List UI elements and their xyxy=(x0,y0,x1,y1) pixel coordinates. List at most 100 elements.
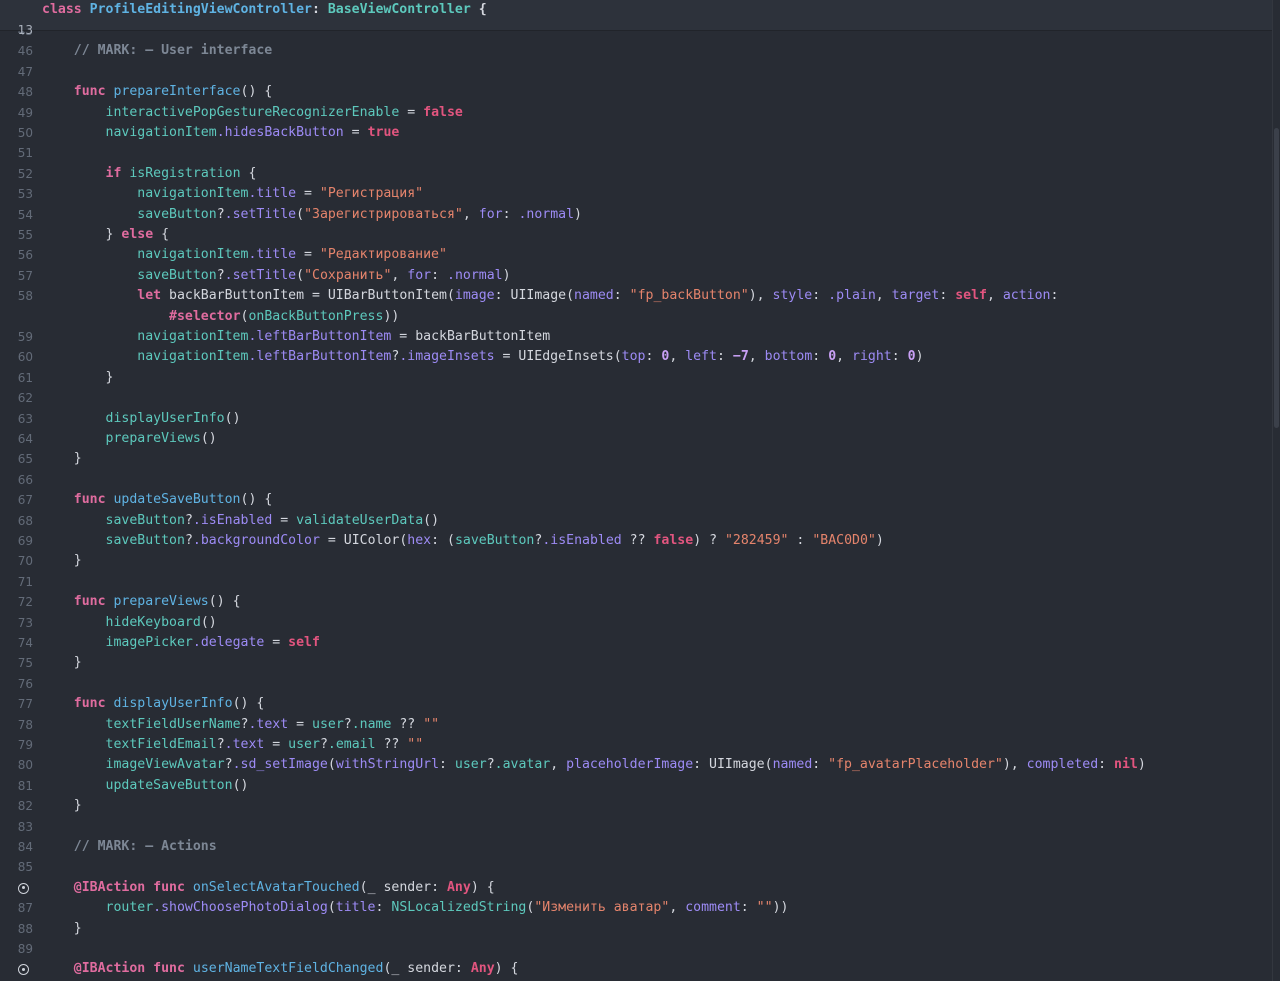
code-line[interactable]: 47 xyxy=(0,62,1272,82)
code-token: ?? xyxy=(391,716,424,732)
code-token: : xyxy=(693,757,710,773)
code-line[interactable]: 51 xyxy=(0,143,1272,163)
code-line[interactable]: 81 updateSaveButton() xyxy=(0,776,1272,796)
code-token: : xyxy=(439,757,455,773)
code-line[interactable]: 56 navigationItem.title = "Редактировани… xyxy=(0,245,1272,265)
code-line[interactable]: 49 interactivePopGestureRecognizerEnable… xyxy=(0,103,1272,123)
code-line[interactable]: 73 hideKeyboard() xyxy=(0,613,1272,633)
line-number: 79 xyxy=(17,738,33,752)
code-token: 0 xyxy=(828,349,837,365)
code-line[interactable]: 61 } xyxy=(0,368,1272,388)
line-number: 55 xyxy=(17,228,33,242)
code-token: ( xyxy=(446,288,455,304)
code-line[interactable]: 64 prepareViews() xyxy=(0,429,1272,449)
scrollbar-thumb[interactable] xyxy=(1274,128,1279,428)
code-line[interactable]: 55 } else { xyxy=(0,225,1272,245)
code-line[interactable]: 71 xyxy=(0,572,1272,592)
code-line[interactable]: 54 saveButton?.setTitle("Зарегистрироват… xyxy=(0,205,1272,225)
code-token: NSLocalizedString xyxy=(391,900,527,916)
code-line-text: navigationItem.leftBarButtonItem = backB… xyxy=(42,327,550,347)
code-token: textFieldUserName xyxy=(105,716,241,732)
code-token: func xyxy=(73,84,114,100)
code-token: navigationItem xyxy=(137,186,249,202)
code-line-text: displayUserInfo() xyxy=(42,409,241,429)
code-token: // MARK: — User interface xyxy=(42,43,273,59)
code-line[interactable]: @IBAction func onSelectAvatarTouched(_ s… xyxy=(0,878,1272,898)
code-line[interactable]: 82 } xyxy=(0,796,1272,816)
code-token: "" xyxy=(756,900,773,916)
code-token: placeholderImage xyxy=(566,757,694,773)
code-line[interactable]: 76 xyxy=(0,674,1272,694)
code-token: : xyxy=(788,533,813,548)
code-line[interactable]: 57 saveButton?.setTitle("Сохранить", for… xyxy=(0,266,1272,286)
code-line[interactable]: 59 navigationItem.leftBarButtonItem = ba… xyxy=(0,327,1272,347)
code-line[interactable]: 78 textFieldUserName?.text = user?.name … xyxy=(0,715,1272,735)
code-token: ? xyxy=(486,757,495,773)
code-line[interactable]: 48 func prepareInterface() { xyxy=(0,82,1272,102)
code-line[interactable]: 52 if isRegistration { xyxy=(0,164,1272,184)
code-token: } xyxy=(42,451,82,467)
code-line[interactable]: #selector(onBackButtonPress)) xyxy=(0,307,1272,327)
code-token: () { xyxy=(208,594,241,610)
code-line[interactable]: 80 imageViewAvatar?.sd_setImage(withStri… xyxy=(0,755,1272,775)
line-number: 85 xyxy=(17,860,33,875)
code-token: () { xyxy=(232,696,265,712)
code-line[interactable]: 68 saveButton?.isEnabled = validateUserD… xyxy=(0,511,1272,531)
code-token: : xyxy=(812,349,829,365)
code-line-text: saveButton?.setTitle("Сохранить", for: .… xyxy=(42,266,510,286)
code-line[interactable]: 77 func displayUserInfo() { xyxy=(0,694,1272,714)
breakpoint-marker-icon[interactable] xyxy=(18,882,29,894)
code-token: UIEdgeInsets xyxy=(518,349,614,365)
code-token: { xyxy=(470,2,487,17)
code-line[interactable]: 84 // MARK: — Actions xyxy=(0,837,1272,857)
code-line[interactable]: 46 // MARK: — User interface xyxy=(0,41,1272,61)
code-line[interactable]: 50 navigationItem.hidesBackButton = true xyxy=(0,123,1272,143)
code-line[interactable]: 89 xyxy=(0,939,1272,959)
line-number: 81 xyxy=(17,778,33,793)
code-line[interactable]: 75 } xyxy=(0,653,1272,673)
code-token: ProfileEditingViewController xyxy=(89,2,312,17)
code-token: "Сохранить" xyxy=(304,267,392,283)
code-line[interactable]: 69 saveButton?.backgroundColor = UIColor… xyxy=(0,531,1272,551)
code-token: : ( xyxy=(431,533,455,548)
code-line[interactable]: 58 let backBarButtonItem = UIBarButtonIt… xyxy=(0,286,1272,306)
code-line-text: @IBAction func userNameTextFieldChanged(… xyxy=(42,959,519,979)
code-line[interactable]: 79 textFieldEmail?.text = user?.email ??… xyxy=(0,735,1272,755)
code-line[interactable]: 53 navigationItem.title = "Регистрация" xyxy=(0,184,1272,204)
vertical-scrollbar[interactable] xyxy=(1272,0,1280,981)
code-line[interactable]: 67 func updateSaveButton() { xyxy=(0,490,1272,510)
code-editor[interactable]: 45 46 // MARK: — User interface 47 48 func … xyxy=(0,0,1280,981)
code-token: updateSaveButton xyxy=(105,777,233,793)
code-line[interactable]: 87 router.showChoosePhotoDialog(title: N… xyxy=(0,898,1272,918)
code-token: )) xyxy=(383,308,400,324)
code-line[interactable]: 85 xyxy=(0,857,1272,877)
code-token: Any xyxy=(446,879,471,895)
code-line[interactable]: 83 xyxy=(0,817,1272,837)
code-line-text: } xyxy=(42,449,82,469)
code-token: .plain xyxy=(828,288,876,304)
code-line[interactable]: 66 xyxy=(0,470,1272,490)
code-line[interactable]: 88 } xyxy=(0,919,1272,939)
code-line[interactable]: 74 imagePicker.delegate = self xyxy=(0,633,1272,653)
code-token: "BAC0D0" xyxy=(812,533,876,548)
code-token: displayUserInfo xyxy=(113,696,233,712)
code-line[interactable]: 60 navigationItem.leftBarButtonItem?.ima… xyxy=(0,347,1272,367)
code-line[interactable]: @IBAction func userNameTextFieldChanged(… xyxy=(0,959,1272,979)
line-number: 61 xyxy=(17,370,33,385)
code-token: func xyxy=(73,696,114,712)
code-line[interactable]: 70 } xyxy=(0,551,1272,571)
code-line[interactable]: 65 } xyxy=(0,449,1272,469)
code-line[interactable]: 72 func prepareViews() { xyxy=(0,592,1272,612)
code-token: : xyxy=(645,349,662,365)
breakpoint-marker-icon[interactable] xyxy=(18,964,29,976)
code-token: ) xyxy=(875,533,884,548)
code-line[interactable]: 62 xyxy=(0,388,1272,408)
code-line-text: prepareViews() xyxy=(42,429,217,449)
code-line[interactable]: 63 displayUserInfo() xyxy=(0,409,1272,429)
code-token: .normal xyxy=(447,267,503,283)
code-token: imagePicker xyxy=(105,635,193,650)
line-number: 89 xyxy=(17,942,33,956)
